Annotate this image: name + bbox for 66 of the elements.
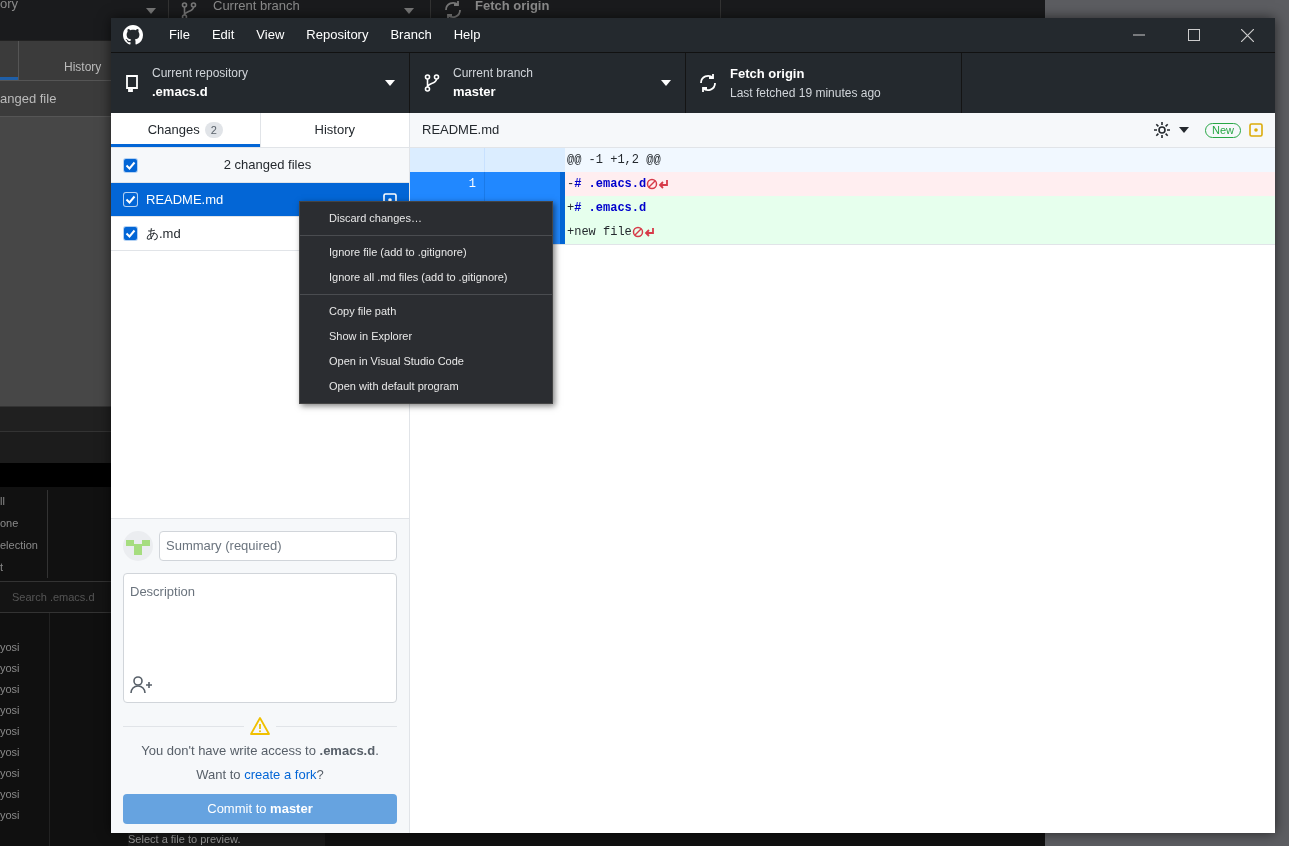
- sync-icon: [443, 0, 463, 20]
- repository-caption: ory: [0, 0, 19, 10]
- line-number: 1: [468, 177, 476, 191]
- context-menu-item[interactable]: Copy file path: [300, 299, 552, 324]
- last-fetched-text: Last fetched 19 minutes ago: [730, 84, 881, 102]
- menu-item[interactable]: File: [158, 25, 201, 45]
- commit-author: yosi: [0, 661, 21, 676]
- commit-author: yosi: [0, 766, 21, 781]
- menu-item[interactable]: Edit: [200, 25, 246, 45]
- add-coauthor-icon[interactable]: [130, 676, 154, 694]
- github-logo-icon: [123, 25, 143, 45]
- write-access-notice: You don't have write access to .emacs.d.: [140, 742, 380, 760]
- repository-icon: [125, 74, 139, 92]
- commit-author: yosi: [0, 703, 21, 718]
- close-icon[interactable]: [1241, 28, 1254, 42]
- menu-item[interactable]: one: [0, 514, 19, 532]
- fetch-caption: Fetch origin: [475, 0, 550, 12]
- commit-author: yosi: [0, 640, 21, 655]
- commit-author: yosi: [0, 682, 21, 697]
- diff-line-text: +# .emacs.d: [566, 200, 647, 217]
- history-tab[interactable]: History: [64, 60, 102, 74]
- avatar-icon: [123, 531, 153, 561]
- diff-line-text: +new file: [566, 224, 632, 241]
- context-menu-item[interactable]: Ignore all .md files (add to .gitignore): [300, 265, 552, 290]
- context-menu-item[interactable]: Show in Explorer: [300, 324, 552, 349]
- fork-prompt: Want to create a fork?: [195, 765, 325, 784]
- file-name: あ.md: [146, 224, 182, 243]
- menu-item[interactable]: Branch: [379, 25, 443, 45]
- commit-author: yosi: [0, 787, 21, 802]
- commit-author: yosi: [0, 724, 21, 739]
- commit-author: yosi: [0, 745, 21, 760]
- caret-icon: [404, 8, 414, 14]
- count-badge: 2: [204, 122, 223, 138]
- menu-item[interactable]: Repository: [295, 25, 380, 45]
- context-menu-item[interactable]: Open with default program: [300, 374, 552, 399]
- caret-icon: [1179, 127, 1189, 133]
- repository-label: Current repository: [152, 65, 250, 83]
- checkbox[interactable]: [123, 192, 138, 207]
- changed-files-label: anged file: [0, 89, 57, 108]
- branch-caption: Current branch: [213, 0, 301, 12]
- diff-file-name: README.md: [422, 121, 501, 140]
- menu-item[interactable]: t: [0, 558, 4, 576]
- file-name: README.md: [146, 190, 225, 209]
- menu-item[interactable]: View: [245, 25, 296, 45]
- repository-name: .emacs.d: [152, 83, 209, 102]
- context-menu-item[interactable]: Open in Visual Studio Code: [300, 349, 552, 374]
- commit-author: yosi: [0, 808, 21, 823]
- menu-item[interactable]: Help: [442, 25, 492, 45]
- menu-item[interactable]: election: [0, 536, 38, 554]
- branch-icon: [424, 74, 440, 92]
- maximize-icon[interactable]: [1188, 29, 1200, 41]
- diff-line-text: -# .emacs.d: [566, 176, 647, 193]
- hunk-header: @@ -1 +1,2 @@: [566, 152, 661, 169]
- warning-icon: [250, 717, 270, 735]
- caret-icon: [146, 8, 156, 14]
- menu-item[interactable]: ll: [0, 492, 5, 510]
- branch-label: Current branch: [453, 65, 535, 83]
- checkbox[interactable]: [123, 157, 138, 173]
- settings-icon[interactable]: [1153, 121, 1171, 139]
- branch-name: master: [453, 83, 497, 102]
- status-text: Select a file to preview.: [128, 833, 242, 846]
- sync-icon: [698, 73, 718, 93]
- modified-icon: [1249, 123, 1263, 137]
- changed-files-label: 2 changed files: [222, 156, 313, 175]
- checkbox[interactable]: [123, 226, 138, 241]
- fetch-label: Fetch origin: [730, 65, 806, 84]
